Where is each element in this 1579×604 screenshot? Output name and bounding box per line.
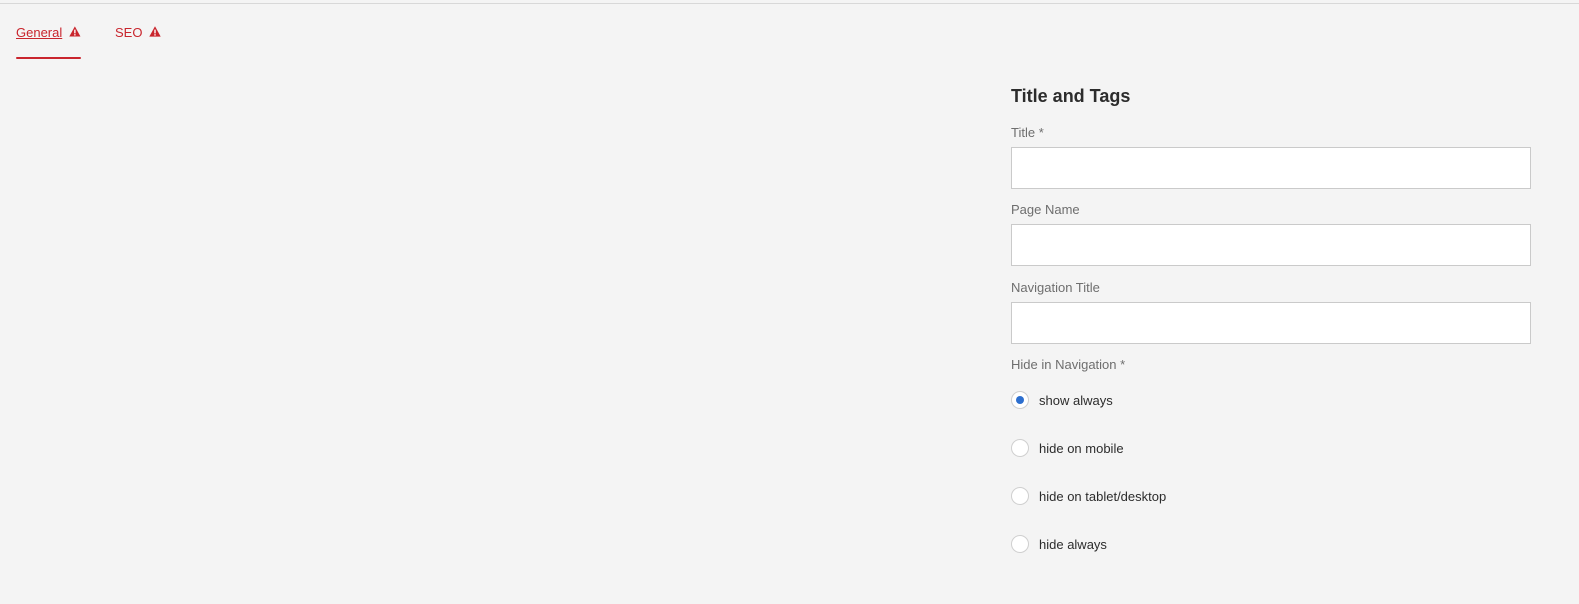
- radio-option-hide-always[interactable]: hide always: [1011, 533, 1107, 555]
- radio-option-hide-on-mobile[interactable]: hide on mobile: [1011, 437, 1124, 459]
- tab-general[interactable]: General: [16, 18, 81, 60]
- page-name-label: Page Name: [1011, 202, 1080, 217]
- navigation-title-label: Navigation Title: [1011, 280, 1100, 295]
- radio-label: hide always: [1039, 536, 1107, 552]
- alert-icon: [149, 26, 162, 37]
- tab-seo-label: SEO: [115, 25, 143, 40]
- radio-button[interactable]: [1011, 487, 1029, 505]
- navigation-title-input[interactable]: [1011, 302, 1531, 344]
- radio-button[interactable]: [1011, 439, 1029, 457]
- alert-icon: [69, 26, 81, 37]
- title-label: Title *: [1011, 125, 1044, 140]
- radio-label: show always: [1039, 392, 1113, 408]
- radio-button[interactable]: [1011, 535, 1029, 553]
- radio-label: hide on mobile: [1039, 440, 1124, 456]
- radio-option-hide-on-tablet-desktop[interactable]: hide on tablet/desktop: [1011, 485, 1166, 507]
- title-input[interactable]: [1011, 147, 1531, 189]
- top-divider: [0, 3, 1579, 4]
- radio-button-checked[interactable]: [1011, 391, 1029, 409]
- tab-general-label: General: [16, 25, 63, 40]
- section-title: Title and Tags: [1011, 86, 1131, 106]
- active-tab-indicator: [16, 57, 81, 59]
- hide-in-navigation-label: Hide in Navigation *: [1011, 357, 1126, 372]
- page-name-input[interactable]: [1011, 224, 1531, 266]
- radio-label: hide on tablet/desktop: [1039, 488, 1167, 504]
- tab-seo[interactable]: SEO: [115, 18, 165, 60]
- radio-option-show-always[interactable]: show always: [1011, 389, 1113, 411]
